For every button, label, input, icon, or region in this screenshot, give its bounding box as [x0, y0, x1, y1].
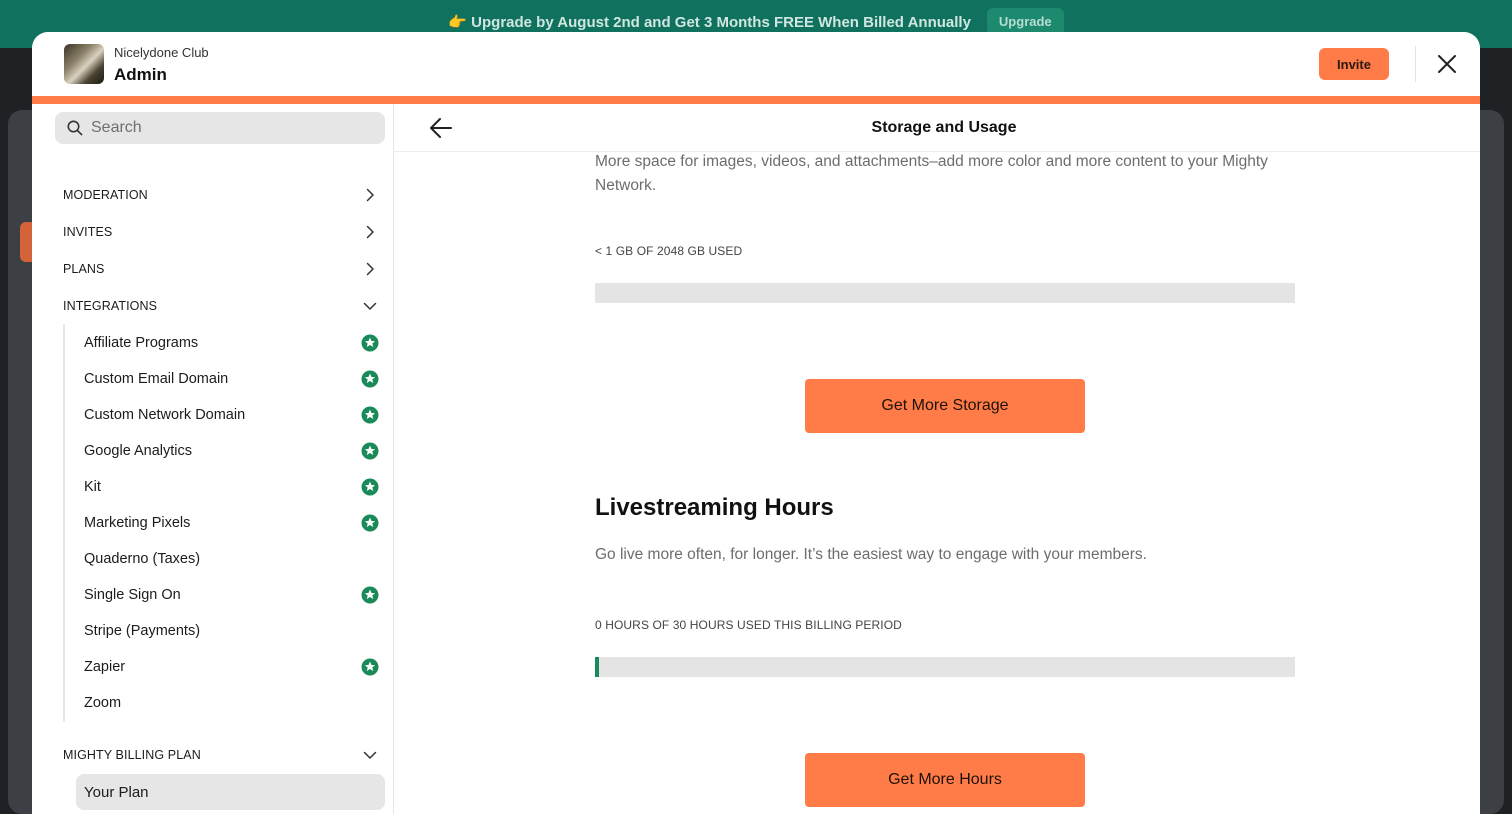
search-input[interactable]	[91, 117, 371, 139]
page-title: Admin	[114, 65, 167, 84]
storage-usage-bar	[595, 283, 1295, 303]
sidebar: MODERATION INVITES PLANS INTEGRATIONS Af…	[32, 104, 394, 814]
banner-text: 👉 Upgrade by August 2nd and Get 3 Months…	[448, 13, 971, 31]
sidebar-item-your-plan[interactable]: Your Plan	[76, 774, 385, 810]
sidebar-item-label: Zapier	[84, 659, 126, 675]
premium-star-icon	[361, 370, 379, 388]
sidebar-section-plans[interactable]: PLANS	[63, 259, 381, 279]
accent-bar	[32, 96, 1480, 104]
chevron-right-icon	[366, 225, 374, 239]
sidebar-item-label: Affiliate Programs	[84, 335, 199, 351]
sidebar-item-label: Custom Email Domain	[84, 371, 229, 387]
sidebar-item-integration[interactable]: Quaderno (Taxes)	[84, 548, 384, 570]
sidebar-section-integrations[interactable]: INTEGRATIONS	[63, 296, 381, 316]
chevron-down-icon	[363, 302, 377, 310]
premium-star-icon	[361, 334, 379, 352]
sidebar-section-moderation[interactable]: MODERATION	[63, 185, 381, 205]
get-more-storage-button[interactable]: Get More Storage	[805, 379, 1085, 433]
sidebar-item-label: Stripe (Payments)	[84, 623, 201, 639]
sidebar-item-integration[interactable]: Marketing Pixels	[84, 512, 384, 534]
admin-modal: Nicelydone Club Admin Invite MODERATION …	[32, 32, 1480, 814]
livestream-usage-label: 0 HOURS OF 30 HOURS USED THIS BILLING PE…	[595, 618, 902, 632]
invite-button[interactable]: Invite	[1319, 48, 1389, 80]
search-box[interactable]	[55, 112, 385, 144]
storage-intro: More space for images, videos, and attac…	[595, 153, 1268, 194]
sidebar-item-label: Google Analytics	[84, 443, 193, 459]
modal-header: Nicelydone Club Admin Invite	[32, 32, 1480, 96]
header-divider	[1415, 46, 1416, 82]
chevron-right-icon	[366, 188, 374, 202]
premium-star-icon	[361, 442, 379, 460]
section-label: INVITES	[63, 225, 113, 239]
storage-usage-label: < 1 GB OF 2048 GB USED	[595, 244, 743, 258]
close-button[interactable]	[1434, 51, 1460, 77]
sidebar-item-label: Your Plan	[84, 783, 149, 801]
sidebar-item-integration[interactable]: Zoom	[84, 692, 384, 714]
main-header: Storage and Usage	[394, 104, 1480, 152]
chevron-down-icon	[363, 751, 377, 759]
sidebar-item-integration[interactable]: Google Analytics	[84, 440, 384, 462]
integrations-guide-line	[63, 324, 65, 722]
livestream-description: Go live more often, for longer. It’s the…	[595, 546, 1147, 563]
section-label: MODERATION	[63, 188, 148, 202]
sidebar-section-invites[interactable]: INVITES	[63, 222, 381, 242]
main-content: More space for images, videos, and attac…	[394, 104, 1480, 814]
sidebar-item-integration[interactable]: Zapier	[84, 656, 384, 678]
livestream-usage-fill	[595, 657, 599, 677]
chevron-right-icon	[366, 262, 374, 276]
close-icon	[1438, 55, 1456, 73]
sidebar-item-label: Marketing Pixels	[84, 515, 191, 531]
sidebar-item-label: Zoom	[84, 695, 122, 711]
premium-star-icon	[361, 406, 379, 424]
get-more-hours-button[interactable]: Get More Hours	[805, 753, 1085, 807]
sidebar-item-label: Custom Network Domain	[84, 407, 246, 423]
network-name: Nicelydone Club	[114, 45, 209, 60]
livestream-usage-bar	[595, 657, 1295, 677]
livestream-heading: Livestreaming Hours	[595, 494, 834, 521]
sidebar-item-integration[interactable]: Custom Network Domain	[84, 404, 384, 426]
sidebar-section-billing[interactable]: MIGHTY BILLING PLAN	[63, 745, 381, 765]
section-label: MIGHTY BILLING PLAN	[63, 748, 201, 762]
section-label: INTEGRATIONS	[63, 299, 158, 313]
sidebar-item-label: Kit	[84, 479, 101, 495]
search-icon	[67, 120, 83, 136]
sidebar-item-integration[interactable]: Custom Email Domain	[84, 368, 384, 390]
sidebar-item-label: Quaderno (Taxes)	[84, 551, 201, 567]
sidebar-item-integration[interactable]: Affiliate Programs	[84, 332, 384, 354]
premium-star-icon	[361, 514, 379, 532]
main-title: Storage and Usage	[871, 119, 1017, 136]
section-label: PLANS	[63, 262, 105, 276]
premium-star-icon	[361, 586, 379, 604]
sidebar-item-integration[interactable]: Stripe (Payments)	[84, 620, 384, 642]
banner-upgrade-button[interactable]: Upgrade	[986, 8, 1064, 35]
sidebar-item-label: Single Sign On	[84, 587, 181, 603]
premium-star-icon	[361, 478, 379, 496]
network-avatar	[64, 44, 104, 84]
sidebar-item-integration[interactable]: Kit	[84, 476, 384, 498]
sidebar-item-integration[interactable]: Single Sign On	[84, 584, 384, 606]
premium-star-icon	[361, 658, 379, 676]
